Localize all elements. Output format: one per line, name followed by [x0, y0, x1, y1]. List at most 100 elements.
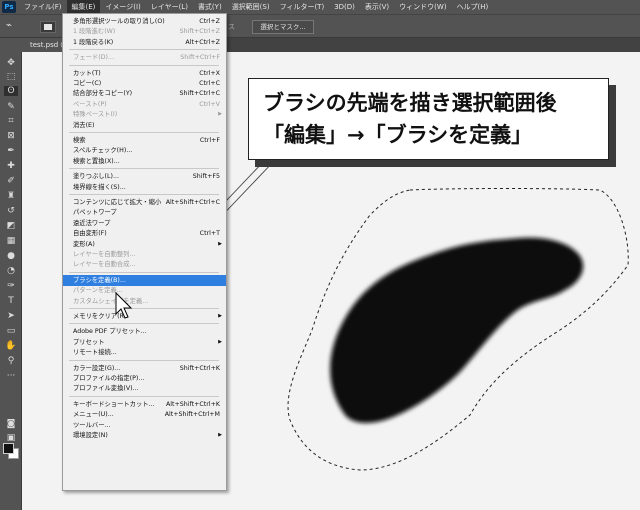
menu-item[interactable]: 結合部分をコピー(Y) Shift+Ctrl+C: [63, 88, 226, 99]
menu-item-label: プリセット: [73, 338, 105, 346]
menu-item-label: カット(T): [73, 69, 101, 77]
menu-separator: [69, 132, 219, 133]
menu-item-shortcut: Alt+Shift+Ctrl+C: [165, 199, 220, 206]
menu-item-label: 多角形選択ツールの取り消し(O): [73, 18, 165, 25]
menu-item: 1 段階進む(W) Shift+Ctrl+Z: [63, 26, 226, 37]
menu-item-label: メニュー(U)...: [73, 411, 114, 419]
menu-item-shortcut: Shift+Ctrl+C: [179, 90, 220, 98]
menu-item-label: 1 段階戻る(K): [73, 38, 114, 46]
submenu-arrow-icon: ▶: [218, 432, 222, 438]
menu-item: カスタムシェイプを定義...: [63, 296, 226, 307]
menu-item-shortcut: Ctrl+V: [199, 100, 220, 108]
menu-item-label: Adobe PDF プリセット...: [73, 328, 147, 336]
menu-item-label: 検索: [73, 137, 86, 144]
menu-separator: [69, 194, 219, 195]
menu-item[interactable]: キーボードショートカット... Alt+Shift+Ctrl+K: [63, 399, 226, 410]
menu-separator: [69, 308, 219, 309]
menu-item[interactable]: 遠近法ワープ: [63, 218, 226, 229]
menu-item: フェード(D)... Shift+Ctrl+F: [63, 52, 226, 63]
menu-item[interactable]: メニュー(U)... Alt+Shift+Ctrl+M: [63, 409, 226, 420]
menu-item-label: 塗りつぶし(L)...: [73, 173, 119, 181]
brush-stroke-shape: [330, 237, 584, 423]
callout-line-1: ブラシの先端を描き選択範囲後: [263, 91, 557, 115]
menu-item[interactable]: パペットワープ: [63, 207, 226, 218]
menu-item-label: 自由変形(F): [73, 230, 107, 238]
menu-item[interactable]: カラー設定(G)... Shift+Ctrl+K: [63, 363, 226, 374]
menu-item-label: 特殊ペースト(I): [73, 111, 118, 119]
menu-item-label: コンテンツに応じて拡大・縮小: [73, 199, 162, 206]
menu-separator: [69, 359, 219, 361]
menu-item[interactable]: コピー(C) Ctrl+C: [63, 78, 226, 89]
menu-item-label: キーボードショートカット...: [73, 400, 155, 408]
submenu-arrow-icon: ▶: [218, 111, 222, 118]
menu-item[interactable]: 境界線を描く(S)...: [63, 182, 226, 193]
menu-item-label: レイヤーを自動合成...: [73, 261, 136, 269]
menu-item[interactable]: メモリをクリア(R) ▶: [63, 311, 226, 322]
menu-item-label: メモリをクリア(R): [73, 313, 127, 320]
menu-item[interactable]: 環境設定(N) ▶: [63, 430, 226, 441]
menu-item[interactable]: コンテンツに応じて拡大・縮小 Alt+Shift+Ctrl+C: [63, 197, 226, 208]
edit-menu-dropdown: 多角形選択ツールの取り消し(O) Ctrl+Z 1 段階進む(W) Shift+Ctr…: [62, 13, 227, 491]
menu-item-label: 結合部分をコピー(Y): [73, 90, 133, 98]
menu-item-shortcut: Shift+Ctrl+K: [179, 364, 220, 372]
submenu-arrow-icon: ▶: [218, 313, 222, 319]
menu-item[interactable]: 多角形選択ツールの取り消し(O) Ctrl+Z: [63, 16, 226, 27]
menu-separator: [69, 168, 219, 170]
menu-item-label: コピー(C): [73, 80, 102, 87]
menu-separator: [69, 49, 219, 51]
menu-item-label: スペルチェック(H)...: [73, 147, 133, 155]
submenu-arrow-icon: ▶: [218, 240, 222, 247]
menu-item-label: ツールバー...: [73, 421, 111, 429]
menu-item: パターンを定義...: [63, 285, 226, 296]
menu-item-label: ブラシを定義(B)...: [73, 276, 126, 284]
menu-item[interactable]: ツールバー...: [63, 420, 226, 431]
menu-item-label: プロファイル変換(V)...: [73, 385, 139, 393]
menu-item[interactable]: プロファイル変換(V)...: [63, 383, 226, 394]
menu-item-label: 環境設定(N): [73, 432, 108, 439]
menu-item: ペースト(P) Ctrl+V: [63, 99, 226, 110]
menu-item[interactable]: 自由変形(F) Ctrl+T: [63, 228, 226, 239]
menu-item-label: パペットワープ: [73, 209, 117, 217]
menu-item: レイヤーを自動整列...: [63, 249, 226, 260]
menu-item-label: プロファイルの指定(P)...: [73, 375, 145, 382]
menu-item[interactable]: 変形(A) ▶: [63, 239, 226, 250]
menu-item[interactable]: リモート接続...: [63, 347, 226, 358]
instruction-callout: ブラシの先端を描き選択範囲後 「編集」→「ブラシを定義」: [248, 78, 609, 160]
menu-item-shortcut: Alt+Shift+Ctrl+M: [164, 411, 220, 419]
menu-item-shortcut: Ctrl+F: [199, 137, 220, 144]
menu-item[interactable]: 検索 Ctrl+F: [63, 135, 226, 146]
menu-item-label: 遠近法ワープ: [73, 219, 111, 227]
menu-item[interactable]: 塗りつぶし(L)... Shift+F5: [63, 171, 226, 182]
menu-item-label: 検索と置換(X)...: [73, 157, 120, 165]
menu-item-shortcut: Ctrl+T: [199, 230, 220, 238]
menu-item[interactable]: カット(T) Ctrl+X: [63, 68, 226, 79]
menu-item[interactable]: 検索と置換(X)...: [63, 156, 226, 167]
menu-item[interactable]: プリセット ▶: [63, 337, 226, 348]
menu-item-label: 1 段階進む(W): [73, 28, 116, 36]
menu-separator: [69, 271, 219, 273]
menu-item-label: レイヤーを自動整列...: [73, 251, 136, 258]
menu-item-shortcut: Alt+Ctrl+Z: [185, 38, 220, 46]
menu-item-label: ペースト(P): [73, 100, 107, 108]
callout-line-2: 「編集」→「ブラシを定義」: [263, 123, 533, 147]
menu-item-label: 消去(E): [73, 121, 95, 129]
menu-separator: [69, 395, 219, 397]
menu-item-label: 境界線を描く(S)...: [73, 183, 126, 191]
menu-item-shortcut: Alt+Shift+Ctrl+K: [165, 400, 220, 408]
menu-separator: [69, 323, 219, 325]
menu-item[interactable]: 消去(E): [63, 120, 226, 131]
menu-item: 特殊ペースト(I) ▶: [63, 109, 226, 120]
menu-item[interactable]: Adobe PDF プリセット...: [63, 326, 226, 337]
menu-item-shortcut: Ctrl+C: [199, 80, 220, 87]
menu-item[interactable]: スペルチェック(H)...: [63, 145, 226, 156]
menu-item-label: フェード(D)...: [73, 54, 114, 62]
menu-item[interactable]: 1 段階戻る(K) Alt+Ctrl+Z: [63, 37, 226, 48]
menu-item-label: カラー設定(G)...: [73, 364, 121, 372]
menu-item-shortcut: Ctrl+X: [199, 69, 220, 77]
menu-item-label: パターンを定義...: [73, 287, 123, 295]
menu-item-label: 変形(A): [73, 240, 95, 248]
menu-item-shortcut: Ctrl+Z: [199, 18, 220, 25]
menu-item[interactable]: プロファイルの指定(P)...: [63, 373, 226, 384]
menu-item[interactable]: ブラシを定義(B)...: [63, 274, 226, 286]
menu-item-label: カスタムシェイプを定義...: [73, 297, 149, 305]
